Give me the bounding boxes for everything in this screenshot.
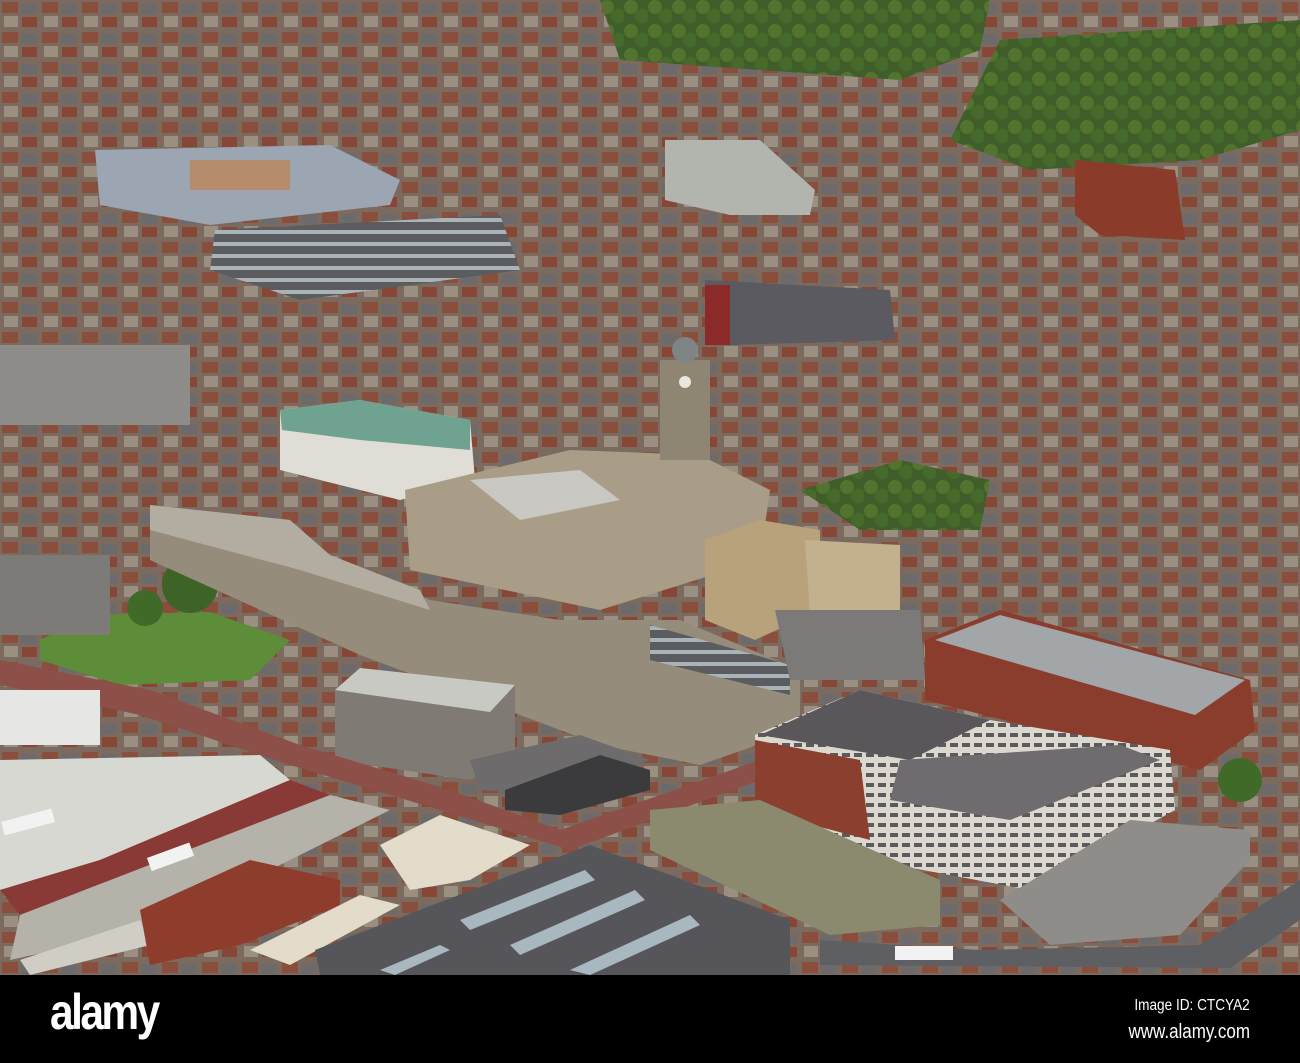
clock-tower-dome — [672, 337, 698, 363]
bus-station-building — [0, 690, 100, 745]
cinema-building — [775, 610, 925, 680]
red-office-wall — [705, 285, 730, 345]
street-tree — [1218, 758, 1262, 802]
watermark-footer: alamy Image ID: CTCYA2 www.alamy.com — [0, 975, 1300, 1063]
park-tree — [127, 590, 163, 626]
car-park-southwest — [0, 555, 110, 635]
alamy-logo[interactable]: alamy — [50, 983, 160, 1041]
site-url[interactable]: www.alamy.com — [1128, 1021, 1250, 1044]
aerial-town-photo — [0, 0, 1300, 975]
brick-office — [1075, 160, 1185, 240]
car-park-west — [0, 345, 190, 425]
image-id: Image ID: CTCYA2 — [1134, 997, 1250, 1014]
bus — [895, 946, 953, 960]
clock-face — [679, 376, 691, 388]
market-roof-centre — [190, 160, 290, 190]
stock-photo-page: alamy Image ID: CTCYA2 www.alamy.com — [0, 0, 1300, 1063]
dark-office-roof — [705, 280, 895, 345]
clock-tower — [660, 360, 710, 460]
beige-building-2 — [805, 540, 900, 615]
